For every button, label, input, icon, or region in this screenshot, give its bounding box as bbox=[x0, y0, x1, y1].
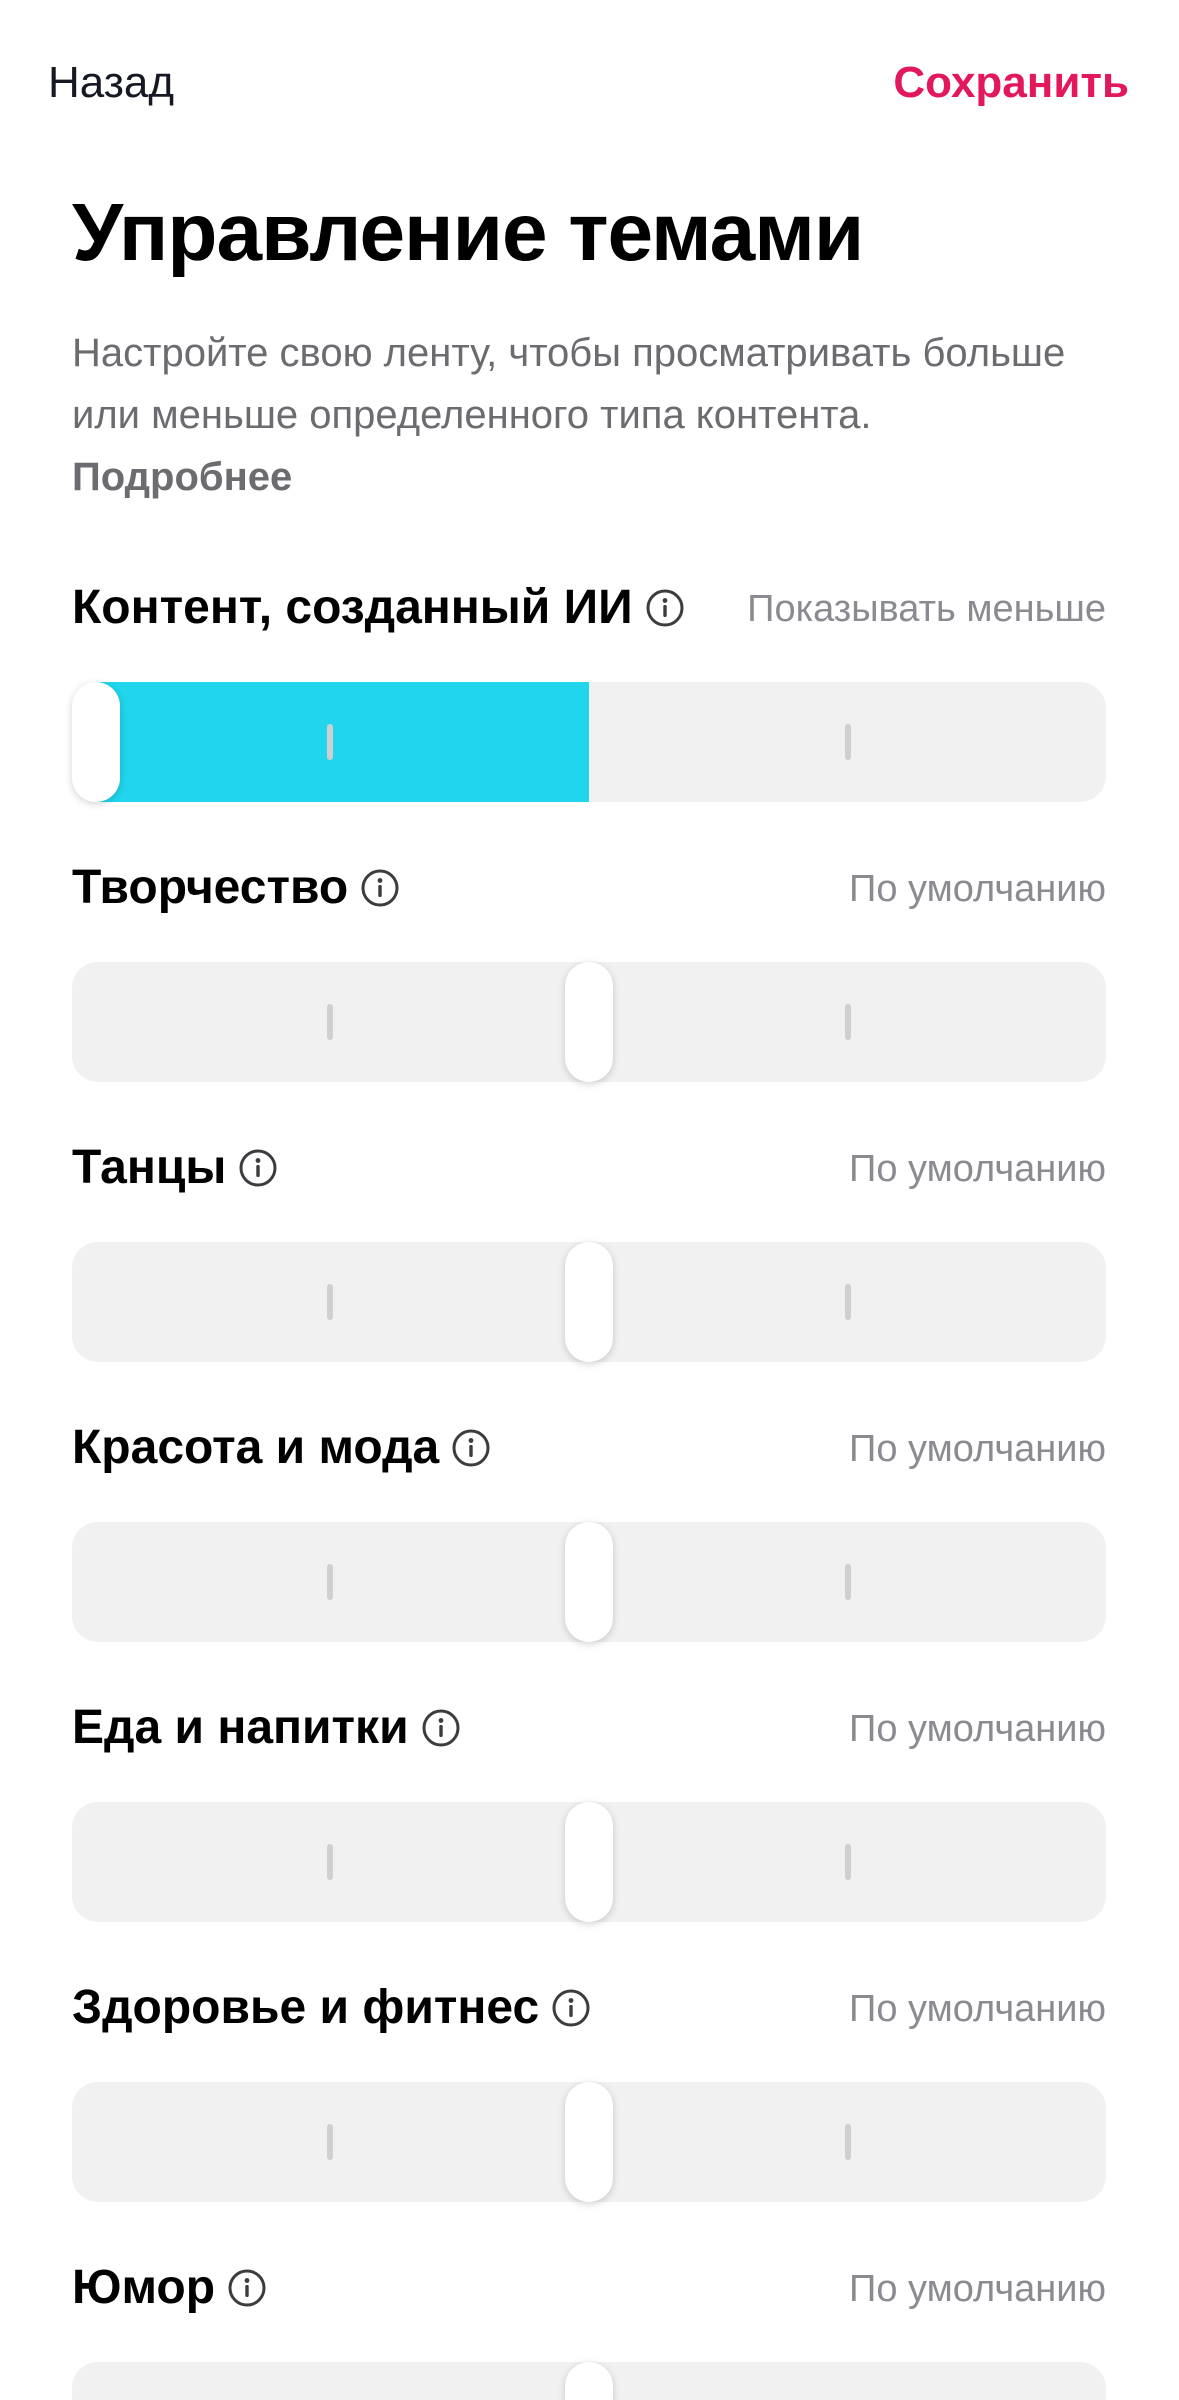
slider-tick bbox=[327, 2124, 333, 2160]
info-icon[interactable] bbox=[551, 1988, 591, 2028]
slider-thumb[interactable] bbox=[565, 2082, 613, 2202]
slider-tick bbox=[845, 1004, 851, 1040]
topic-preference-value: По умолчанию bbox=[849, 1428, 1106, 1470]
info-icon[interactable] bbox=[645, 588, 685, 628]
slider-tick bbox=[327, 1004, 333, 1040]
topic-header: Творчество По умолчанию bbox=[72, 860, 1106, 920]
topic-title-label: Красота и мода bbox=[72, 1421, 440, 1474]
topic-management-screen: Назад Сохранить Управление темами Настро… bbox=[0, 0, 1179, 2400]
topic-header: Здоровье и фитнес По умолчанию bbox=[72, 1980, 1106, 2040]
topic-preference-slider[interactable] bbox=[72, 2362, 1106, 2400]
nav-bar: Назад Сохранить bbox=[0, 0, 1179, 170]
topic-title-label: Контент, созданный ИИ bbox=[72, 581, 633, 634]
slider-tick bbox=[845, 1844, 851, 1880]
topic-title: Красота и мода bbox=[72, 1420, 491, 1475]
slider-thumb[interactable] bbox=[565, 1242, 613, 1362]
topic-item: Красота и мода По умолчанию bbox=[72, 1420, 1106, 1660]
topic-title: Здоровье и фитнес bbox=[72, 1980, 591, 2035]
info-icon[interactable] bbox=[451, 1428, 491, 1468]
topic-preference-value: По умолчанию bbox=[849, 1148, 1106, 1190]
info-icon[interactable] bbox=[238, 1148, 278, 1188]
slider-tick bbox=[327, 1844, 333, 1880]
info-icon[interactable] bbox=[227, 2268, 267, 2308]
topic-title: Контент, созданный ИИ bbox=[72, 580, 685, 635]
topic-item: Контент, созданный ИИ Показывать меньше bbox=[72, 580, 1106, 820]
topic-item: Здоровье и фитнес По умолчанию bbox=[72, 1980, 1106, 2220]
topic-preference-value: Показывать меньше bbox=[747, 588, 1106, 630]
slider-thumb[interactable] bbox=[565, 2362, 613, 2400]
slider-thumb[interactable] bbox=[72, 682, 120, 802]
slider-tick bbox=[845, 1564, 851, 1600]
info-icon[interactable] bbox=[360, 868, 400, 908]
topic-preference-value: По умолчанию bbox=[849, 868, 1106, 910]
slider-tick bbox=[327, 1564, 333, 1600]
topic-title-label: Здоровье и фитнес bbox=[72, 1981, 540, 2034]
topic-preference-slider[interactable] bbox=[72, 1242, 1106, 1362]
topic-preference-slider[interactable] bbox=[72, 1522, 1106, 1642]
info-icon[interactable] bbox=[421, 1708, 461, 1748]
topic-header: Юмор По умолчанию bbox=[72, 2260, 1106, 2320]
slider-thumb[interactable] bbox=[565, 1802, 613, 1922]
topic-title-label: Танцы bbox=[72, 1141, 227, 1194]
topic-title: Танцы bbox=[72, 1140, 278, 1195]
back-button[interactable]: Назад bbox=[48, 58, 174, 108]
topic-header: Красота и мода По умолчанию bbox=[72, 1420, 1106, 1480]
slider-thumb[interactable] bbox=[565, 962, 613, 1082]
topic-title: Еда и напитки bbox=[72, 1700, 461, 1755]
topic-preference-slider[interactable] bbox=[72, 962, 1106, 1082]
topic-preference-value: По умолчанию bbox=[849, 2268, 1106, 2310]
topic-preference-value: По умолчанию bbox=[849, 1988, 1106, 2030]
topic-item: Творчество По умолчанию bbox=[72, 860, 1106, 1100]
slider-tick bbox=[845, 724, 851, 760]
topic-item: Еда и напитки По умолчанию bbox=[72, 1700, 1106, 1940]
topic-preference-slider[interactable] bbox=[72, 2082, 1106, 2202]
topic-item: Юмор По умолчанию bbox=[72, 2260, 1106, 2400]
topic-item: Танцы По умолчанию bbox=[72, 1140, 1106, 1380]
topic-title: Юмор bbox=[72, 2260, 267, 2315]
topic-header: Танцы По умолчанию bbox=[72, 1140, 1106, 1200]
slider-tick bbox=[327, 724, 333, 760]
topic-title-label: Еда и напитки bbox=[72, 1701, 409, 1754]
topic-title: Творчество bbox=[72, 860, 400, 915]
page-description: Настройте свою ленту, чтобы просматриват… bbox=[72, 322, 1132, 508]
slider-tick bbox=[845, 2124, 851, 2160]
page-title: Управление темами bbox=[72, 187, 864, 278]
topic-header: Контент, созданный ИИ Показывать меньше bbox=[72, 580, 1106, 640]
slider-thumb[interactable] bbox=[565, 1522, 613, 1642]
topic-title-label: Юмор bbox=[72, 2261, 216, 2314]
topic-preference-value: По умолчанию bbox=[849, 1708, 1106, 1750]
topic-preference-slider[interactable] bbox=[72, 1802, 1106, 1922]
topic-header: Еда и напитки По умолчанию bbox=[72, 1700, 1106, 1760]
slider-tick bbox=[845, 1284, 851, 1320]
topic-title-label: Творчество bbox=[72, 861, 349, 914]
topic-preference-slider[interactable] bbox=[72, 682, 1106, 802]
slider-tick bbox=[327, 1284, 333, 1320]
learn-more-link[interactable]: Подробнее bbox=[72, 446, 1132, 508]
description-text: Настройте свою ленту, чтобы просматриват… bbox=[72, 331, 1066, 437]
save-button[interactable]: Сохранить bbox=[893, 58, 1129, 108]
